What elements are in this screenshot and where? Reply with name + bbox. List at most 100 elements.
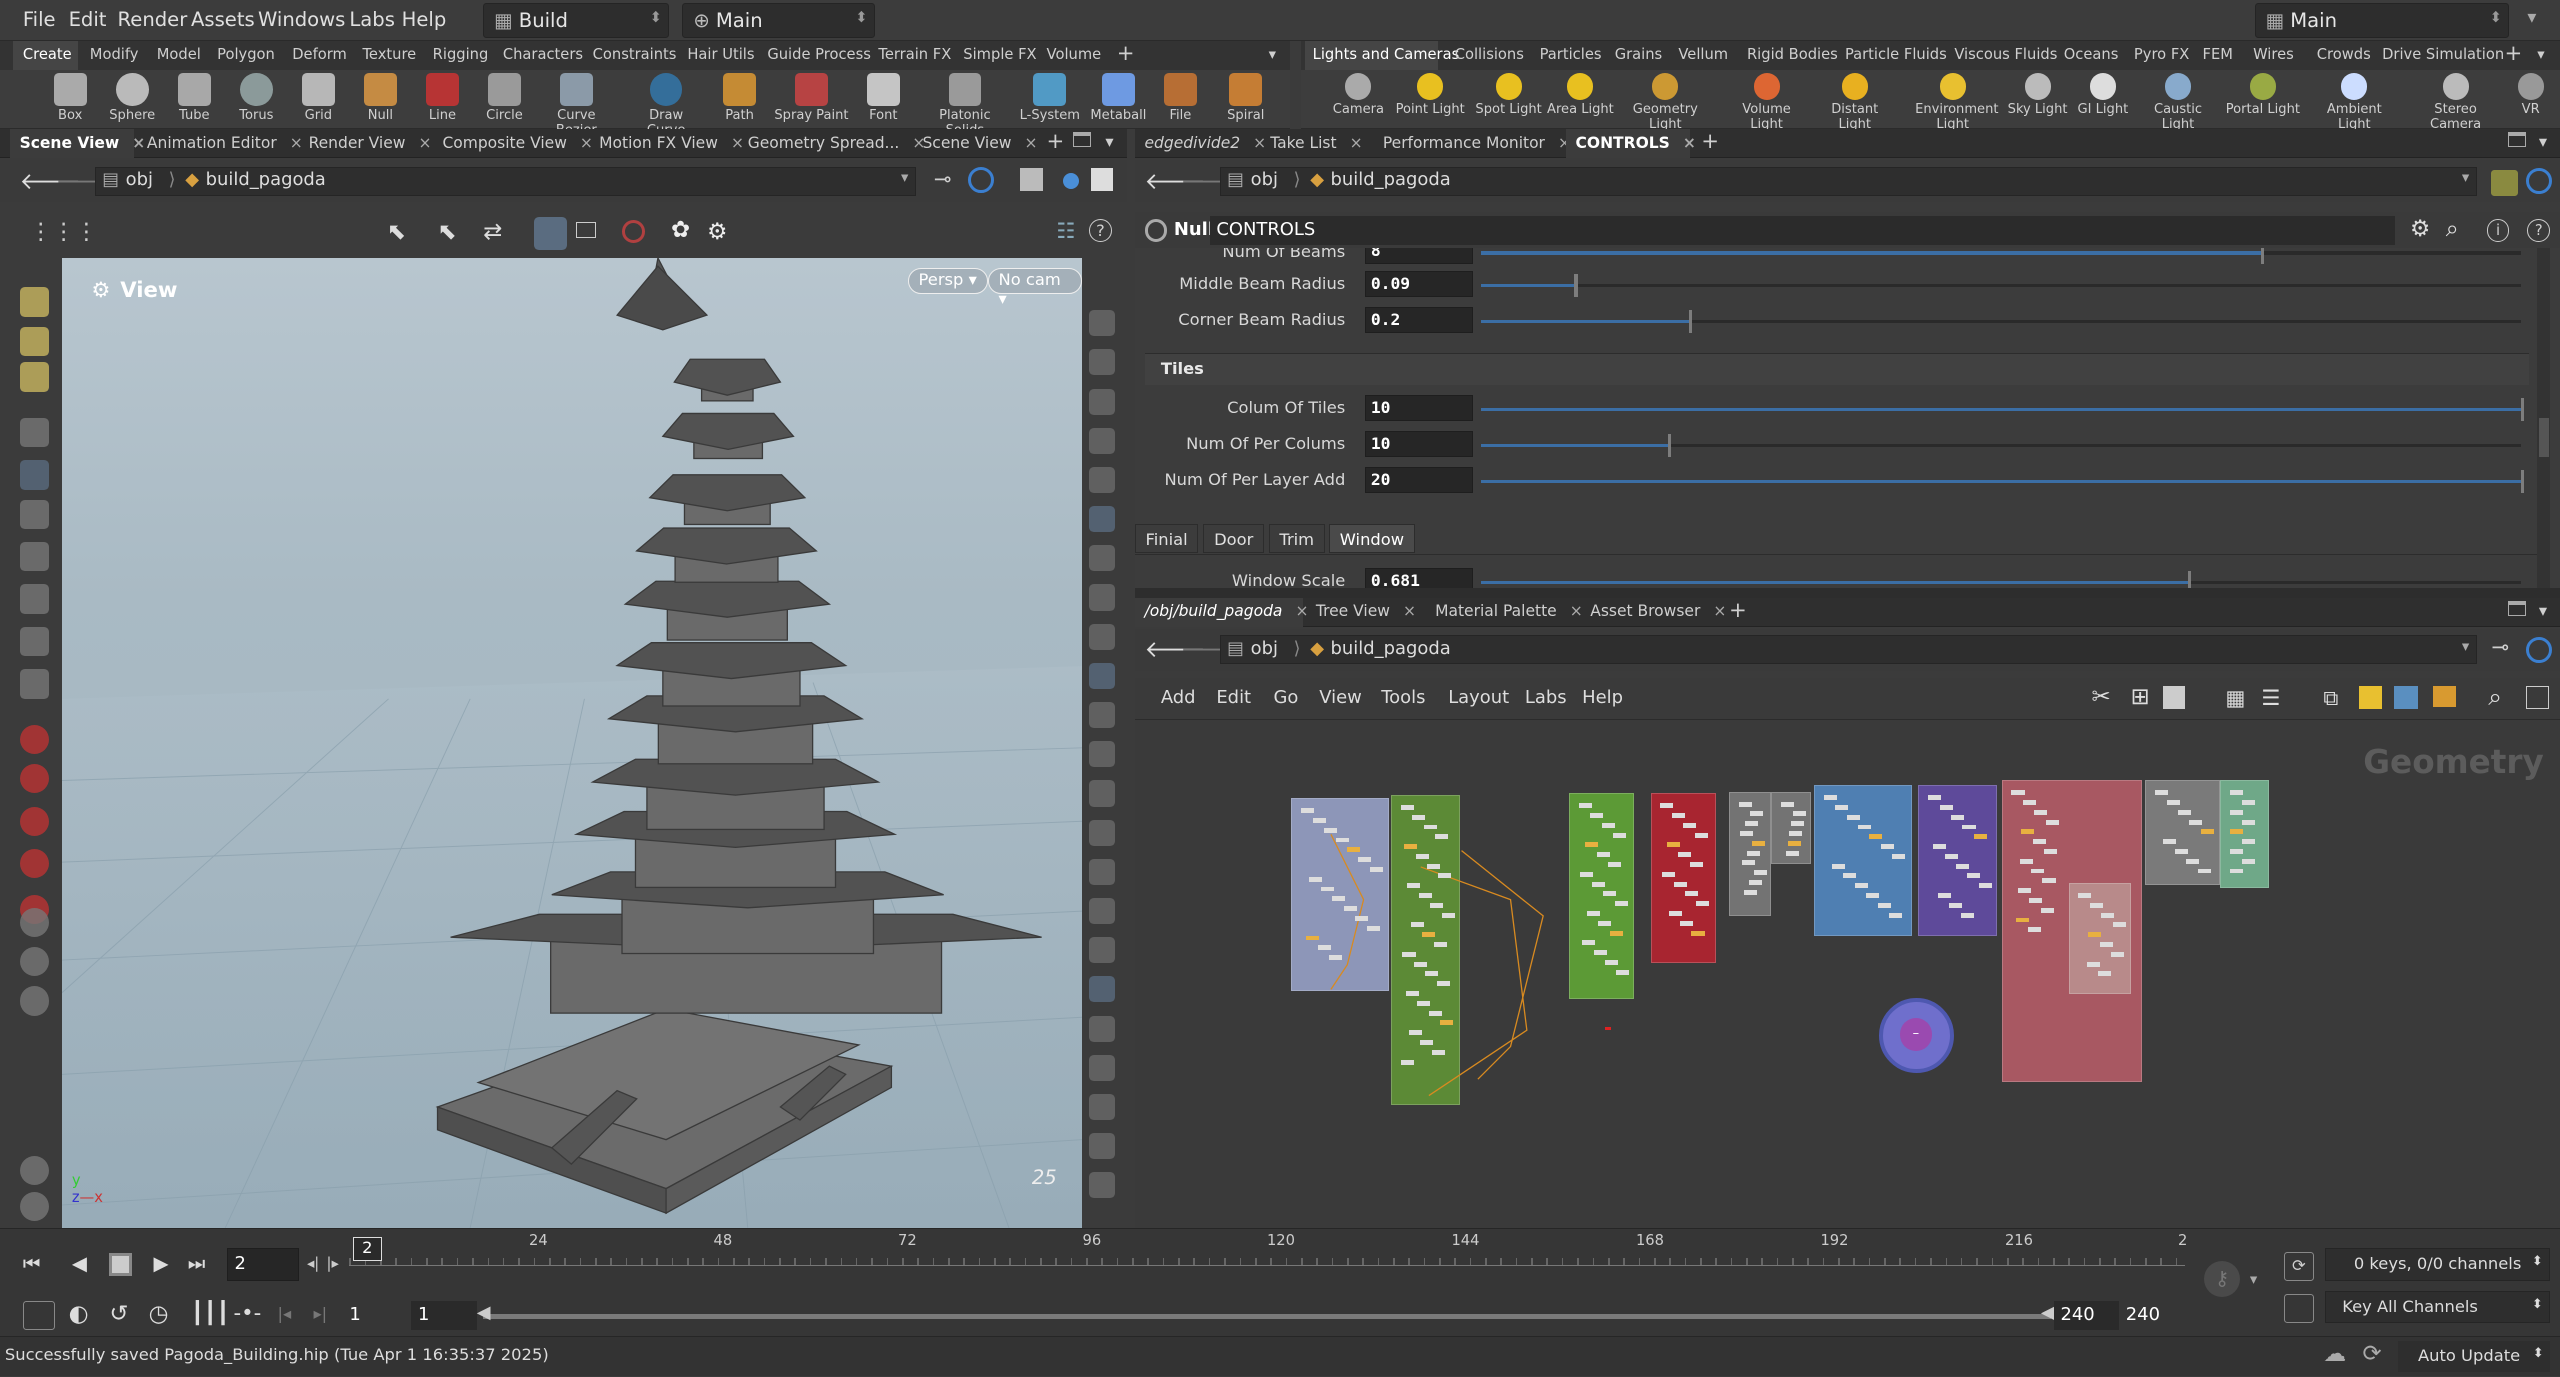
checker-icon[interactable] [1088,1015,1116,1042]
tab-geometry-spreadsheet[interactable]: Geometry Spread... × [738,129,926,158]
network-node[interactable] [1582,940,1596,946]
dot-icon[interactable] [1088,702,1116,729]
grid-icon[interactable] [1088,976,1116,1003]
shelf-tab-constraints[interactable]: Constraints [593,46,677,63]
shelf-tool-gi-light[interactable]: GI Light [2065,73,2140,117]
measure-icon[interactable] [1088,937,1116,964]
shelf-tool-spray-paint[interactable]: Spray Paint [774,73,849,124]
notepad-icon[interactable] [19,1155,49,1186]
network-node[interactable] [1831,863,1845,869]
view-mode-icon[interactable] [533,217,567,250]
network-node[interactable] [2019,858,2033,864]
key-all-channels-button[interactable]: Key All Channels ⬍ [2324,1290,2551,1324]
close-icon[interactable]: × [419,134,432,152]
shelf-add-tab-icon[interactable]: + [1117,41,1135,66]
network-node[interactable] [1962,824,1976,830]
scrollbar-icon[interactable] [1088,1172,1116,1199]
diamond-icon[interactable] [1088,1054,1116,1081]
network-node[interactable] [2086,961,2100,967]
network-node[interactable] [2021,829,2035,835]
key-mode-icon[interactable] [2284,1294,2314,1324]
network-node[interactable] [2111,951,2125,957]
network-node[interactable] [1440,1020,1454,1026]
network-node[interactable] [1743,889,1757,895]
menu-edit[interactable]: Edit [69,8,107,31]
network-node[interactable] [1823,795,1837,800]
middle-beam-radius-slider-knob[interactable] [1574,274,1578,298]
settings-gear-icon[interactable]: ⚙ [707,219,727,245]
network-node[interactable] [1413,961,1427,967]
network-node[interactable] [1438,873,1452,879]
colum-of-tiles-slider[interactable] [1480,398,2525,422]
current-frame-marker[interactable]: 2 [352,1236,383,1262]
network-node[interactable] [1668,911,1682,916]
path-node[interactable]: build_pagoda [206,169,326,190]
network-node[interactable] [1869,834,1883,840]
middle-beam-radius-field[interactable]: 0.09 [1364,271,1473,298]
network-node[interactable] [2078,893,2092,898]
network-node[interactable] [1441,912,1455,918]
network-node[interactable] [1666,842,1681,848]
menu-labs[interactable]: Labs [349,8,395,31]
network-node[interactable] [1593,950,1607,956]
network-node[interactable] [1858,824,1872,830]
tab-scene-view-2[interactable]: Scene View × [913,129,1037,158]
network-node[interactable] [1400,1059,1414,1065]
network-node[interactable] [1742,860,1756,866]
network-node[interactable] [1877,902,1891,908]
range-start-icon[interactable]: |◂ [278,1304,292,1323]
auto-update-menu[interactable]: Auto Update ⬍ [2398,1341,2551,1373]
network-node[interactable] [1786,850,1800,856]
step-forward-icon[interactable]: |▸ [327,1255,339,1272]
chevron-down-icon[interactable]: ▾ [2462,638,2469,655]
chevron-down-icon[interactable]: ▾ [901,169,908,186]
shelf-tab-collisions[interactable]: Collisions [1455,46,1524,63]
network-node[interactable] [1585,842,1599,848]
refresh-icon[interactable]: ⟳ [2363,1341,2382,1367]
number-icon[interactable] [1088,819,1116,846]
tab-tree-view[interactable]: Tree View × [1306,598,1417,627]
network-node[interactable] [2166,800,2180,805]
menubar-overflow-icon[interactable]: ▾ [2527,7,2536,28]
menu-windows[interactable]: Windows [258,8,345,31]
network-node[interactable] [1423,824,1437,830]
network-node[interactable] [1973,834,1987,840]
network-node[interactable] [1608,862,1622,867]
num-of-beams-slider-knob[interactable] [2260,248,2265,265]
shelf-tool-ambient-light[interactable]: Ambient Light [2317,73,2392,132]
network-node[interactable] [1944,853,1958,859]
network-node[interactable] [1415,853,1429,859]
pin-icon[interactable]: ⊸ [2491,635,2509,660]
network-node[interactable] [1740,831,1754,836]
tab-asset-browser[interactable]: Asset Browser × [1580,598,1726,627]
network-node[interactable] [1689,862,1703,867]
shading-icon[interactable] [1062,173,1080,190]
network-node[interactable] [1951,814,1965,820]
network-node[interactable] [1329,955,1343,960]
sticky-note-icon[interactable] [2359,685,2383,709]
network-node[interactable] [1939,804,1953,810]
pose-icon[interactable] [19,626,49,657]
shelf-tab-particles[interactable]: Particles [1540,46,1602,63]
network-node[interactable] [1332,896,1346,902]
network-node[interactable] [1889,912,1903,918]
eye-icon[interactable] [2525,685,2549,709]
network-node[interactable] [1603,891,1617,897]
cloud-icon[interactable]: ☁ [2323,1341,2346,1367]
network-node[interactable] [1346,847,1361,853]
rotate-icon[interactable] [19,542,49,572]
network-node[interactable] [1366,925,1380,931]
playback-start-field[interactable]: 1 [411,1300,477,1330]
tab-material-palette[interactable]: Material Palette × [1425,598,1583,627]
shelf-tab-characters[interactable]: Characters [503,46,583,63]
path-root[interactable]: obj [1251,169,1278,190]
maximize-pane-icon[interactable] [2507,132,2526,147]
network-menu-help[interactable]: Help [1582,687,1623,708]
colum-of-tiles-field[interactable]: 10 [1364,395,1473,422]
scene-path-field[interactable]: ▤ obj ⟩ ◆ build_pagoda ▾ [94,166,916,196]
network-node[interactable] [1614,901,1628,907]
shelf-tool-spot-light[interactable]: Spot Light [1471,73,1546,117]
info-icon[interactable]: i [2486,218,2510,242]
camera-icon[interactable] [19,907,49,938]
shelf-tab-crowds[interactable]: Crowds [2317,46,2371,63]
